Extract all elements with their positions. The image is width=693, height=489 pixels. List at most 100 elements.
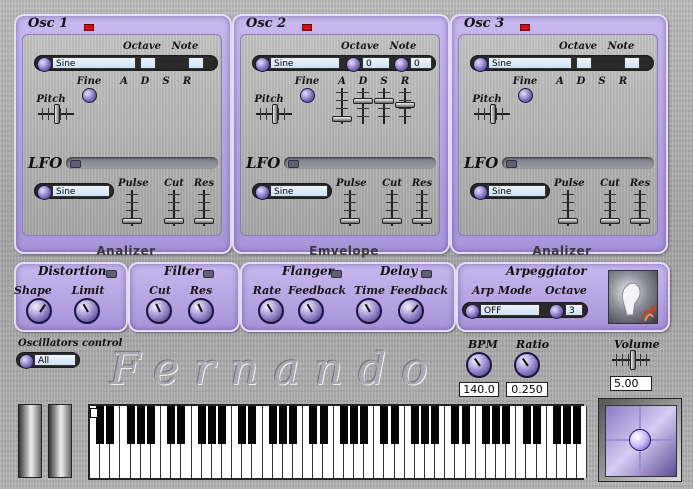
osc2-note-knob[interactable] — [394, 57, 409, 72]
osc1-led[interactable] — [84, 24, 94, 31]
osc3-lfo-pulse-slider[interactable] — [558, 190, 578, 226]
arp-octave-knob[interactable] — [549, 304, 564, 319]
black-key[interactable] — [451, 406, 460, 444]
osc2-fine-knob[interactable] — [300, 88, 315, 103]
osc1-lfo-res-slider[interactable] — [194, 190, 214, 226]
osc2-adsr-s-slider[interactable] — [374, 88, 394, 124]
delay-led[interactable] — [421, 270, 432, 278]
distortion-shape-knob[interactable] — [26, 298, 52, 324]
black-key[interactable] — [309, 406, 318, 444]
delay-feedback-knob[interactable] — [398, 298, 424, 324]
osc1-note-field[interactable] — [188, 57, 204, 69]
osc2-adsr-d-slider[interactable] — [353, 88, 373, 124]
ratio-value[interactable]: 0.250 — [506, 382, 548, 397]
osc2-lfo-led[interactable] — [288, 160, 299, 168]
black-key[interactable] — [492, 406, 500, 444]
osc-control-knob[interactable] — [19, 354, 34, 369]
volume-slider[interactable] — [612, 350, 650, 370]
osc2-wave-knob[interactable] — [255, 57, 270, 72]
flanger-feedback-knob[interactable] — [298, 298, 324, 324]
black-key[interactable] — [420, 406, 429, 444]
filter-led[interactable] — [203, 270, 214, 278]
osc2-lfo-wave-knob[interactable] — [255, 185, 270, 200]
osc2-lfo-cut-slider[interactable] — [382, 190, 402, 226]
osc1-fine-knob[interactable] — [82, 88, 97, 103]
volume-value[interactable]: 5.00 — [610, 376, 652, 391]
osc3-pitch-slider[interactable] — [474, 104, 510, 124]
osc3-lfo-cut-slider[interactable] — [600, 190, 620, 226]
bpm-value[interactable]: 140.0 — [459, 382, 499, 397]
osc1-lfo-wave-knob[interactable] — [37, 185, 52, 200]
pitch-wheel[interactable] — [18, 404, 42, 478]
osc2-lfo-pulse-slider[interactable] — [340, 190, 360, 226]
black-key[interactable] — [106, 406, 115, 444]
black-key[interactable] — [319, 406, 328, 444]
osc3-lfo-led[interactable] — [506, 160, 517, 168]
osc2-pitch-slider[interactable] — [256, 104, 292, 124]
arp-mode-knob[interactable] — [465, 304, 480, 319]
flanger-led[interactable] — [331, 270, 342, 278]
osc1-octave-field[interactable] — [140, 57, 156, 69]
osc-control-field[interactable]: All — [34, 354, 76, 366]
osc1-lfo-led[interactable] — [70, 160, 81, 168]
osc2-lfo-wave-field[interactable]: Sine — [270, 185, 328, 197]
black-key[interactable] — [177, 406, 186, 444]
xy-pad[interactable] — [598, 398, 682, 482]
osc1-wave-field[interactable]: Sine — [52, 57, 136, 69]
black-key[interactable] — [410, 406, 419, 444]
black-key[interactable] — [532, 406, 541, 444]
osc2-adsr-r-slider[interactable] — [395, 88, 415, 124]
black-key[interactable] — [126, 406, 135, 444]
black-key[interactable] — [349, 406, 358, 444]
osc3-octave-field[interactable] — [576, 57, 592, 69]
osc2-octave-field[interactable]: 0 — [362, 57, 390, 69]
distortion-limit-knob[interactable] — [74, 298, 100, 324]
filter-cut-knob[interactable] — [146, 298, 172, 324]
osc3-wave-field[interactable]: Sine — [488, 57, 572, 69]
black-key[interactable] — [289, 406, 297, 444]
black-key[interactable] — [390, 406, 399, 444]
black-key[interactable] — [431, 406, 440, 444]
osc1-wave-knob[interactable] — [37, 57, 52, 72]
xy-pad-handle-icon[interactable] — [629, 429, 651, 451]
black-key[interactable] — [339, 406, 348, 444]
black-key[interactable] — [238, 406, 247, 444]
osc1-pitch-slider[interactable] — [38, 104, 74, 124]
osc3-wave-knob[interactable] — [473, 57, 488, 72]
black-key[interactable] — [167, 406, 176, 444]
osc2-adsr-a-slider[interactable] — [332, 88, 352, 124]
filter-res-knob[interactable] — [188, 298, 214, 324]
osc3-led[interactable] — [520, 24, 530, 31]
osc3-lfo-wave-field[interactable]: Sine — [488, 185, 546, 197]
black-key[interactable] — [563, 406, 571, 444]
osc2-octave-knob[interactable] — [346, 57, 361, 72]
distortion-led[interactable] — [106, 270, 117, 278]
black-key[interactable] — [136, 406, 145, 444]
black-key[interactable] — [268, 406, 277, 444]
flanger-rate-knob[interactable] — [258, 298, 284, 324]
black-key[interactable] — [360, 406, 369, 444]
osc3-lfo-res-slider[interactable] — [630, 190, 650, 226]
osc2-lfo-res-slider[interactable] — [412, 190, 432, 226]
black-key[interactable] — [197, 406, 206, 444]
black-key[interactable] — [502, 406, 511, 444]
osc3-fine-knob[interactable] — [518, 88, 533, 103]
osc2-wave-field[interactable]: Sine — [270, 57, 340, 69]
black-key[interactable] — [461, 406, 470, 444]
osc1-lfo-pulse-slider[interactable] — [122, 190, 142, 226]
osc3-note-field[interactable] — [624, 57, 640, 69]
black-key[interactable] — [207, 406, 216, 444]
ratio-knob[interactable] — [514, 352, 540, 378]
black-key[interactable] — [552, 406, 561, 444]
arp-octave-field[interactable]: 3 — [565, 304, 583, 316]
osc1-lfo-cut-slider[interactable] — [164, 190, 184, 226]
osc2-note-field[interactable]: 0 — [410, 57, 432, 69]
delay-time-knob[interactable] — [356, 298, 382, 324]
osc2-led[interactable] — [302, 24, 312, 31]
black-key[interactable] — [218, 406, 226, 444]
black-key[interactable] — [248, 406, 257, 444]
black-key[interactable] — [573, 406, 582, 444]
black-key[interactable] — [481, 406, 490, 444]
mod-wheel[interactable] — [48, 404, 72, 478]
bpm-knob[interactable] — [466, 352, 492, 378]
